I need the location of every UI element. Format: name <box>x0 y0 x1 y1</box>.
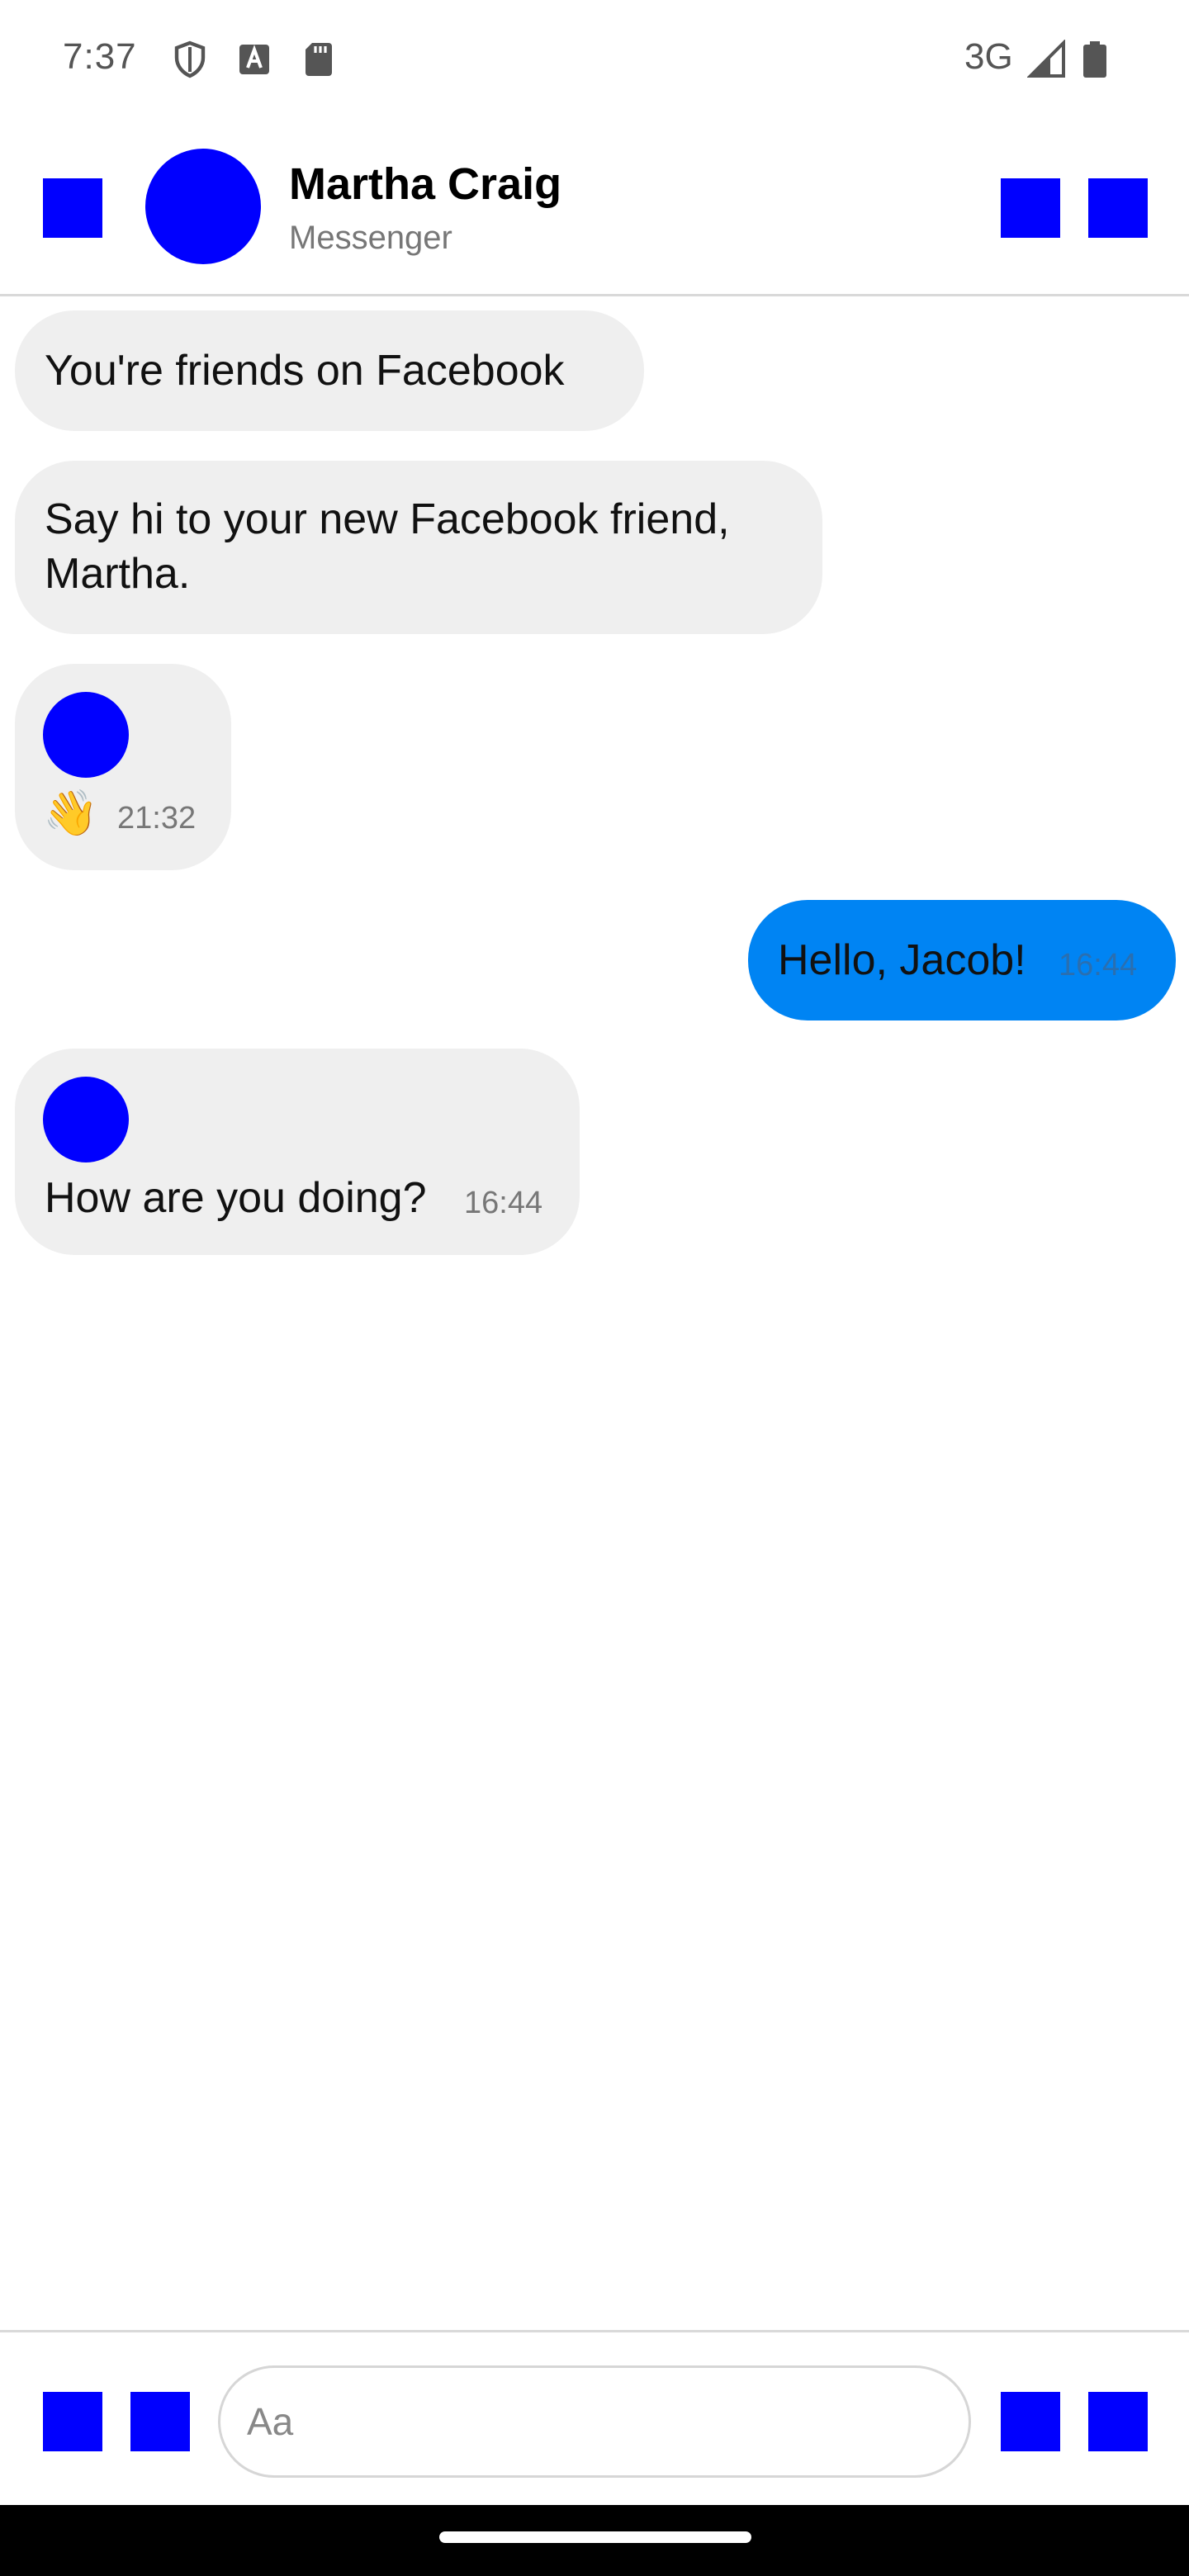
like-send-button[interactable] <box>1088 2392 1148 2451</box>
message-text: How are you doing? <box>45 1174 427 1222</box>
video-call-button[interactable] <box>1088 178 1148 238</box>
message-bubble[interactable]: Say hi to your new Facebook friend, Mart… <box>15 461 822 634</box>
message-time: 16:44 <box>1059 948 1138 983</box>
message-composer <box>0 2330 1189 2506</box>
shield-icon <box>174 40 206 78</box>
camera-button[interactable] <box>130 2392 190 2451</box>
contact-avatar[interactable] <box>145 149 261 264</box>
message-bubble[interactable]: You're friends on Facebook <box>15 310 644 431</box>
battery-icon <box>1083 41 1106 78</box>
home-gesture-handle[interactable] <box>439 2531 751 2543</box>
outgoing-message-bubble[interactable]: Hello, Jacob! 16:44 <box>748 900 1176 1020</box>
contact-name[interactable]: Martha Craig <box>289 159 561 210</box>
keyboard-a-icon <box>239 45 269 74</box>
chat-header: Martha Craig Messenger <box>0 116 1189 296</box>
message-time: 16:44 <box>464 1186 543 1220</box>
message-text: You're friends on Facebook <box>45 347 565 395</box>
system-navigation-bar <box>0 2505 1189 2576</box>
sender-avatar <box>43 1077 129 1163</box>
messenger-chat-screen: 7:37 3G Martha Craig Messenger You're fr… <box>0 0 1189 2576</box>
status-bar: 7:37 3G <box>0 0 1189 116</box>
sd-card-icon <box>306 43 332 76</box>
status-time: 7:37 <box>63 36 137 77</box>
contact-subtitle: Messenger <box>289 220 452 256</box>
message-time: 21:32 <box>117 801 197 836</box>
message-text: Say hi to your new Facebook friend, Mart… <box>45 495 730 598</box>
signal-icon <box>1027 40 1065 78</box>
message-bubble[interactable]: How are you doing? 16:44 <box>15 1049 580 1255</box>
wave-emoji: 👋 <box>43 788 99 838</box>
message-input[interactable] <box>218 2365 971 2478</box>
call-button[interactable] <box>1001 178 1060 238</box>
emoji-button[interactable] <box>1001 2392 1060 2451</box>
message-bubble[interactable]: 👋 21:32 <box>15 664 231 870</box>
sender-avatar <box>43 692 129 778</box>
back-button[interactable] <box>43 178 102 238</box>
network-type: 3G <box>964 36 1013 77</box>
more-actions-button[interactable] <box>43 2392 102 2451</box>
message-text: Hello, Jacob! <box>778 936 1026 984</box>
